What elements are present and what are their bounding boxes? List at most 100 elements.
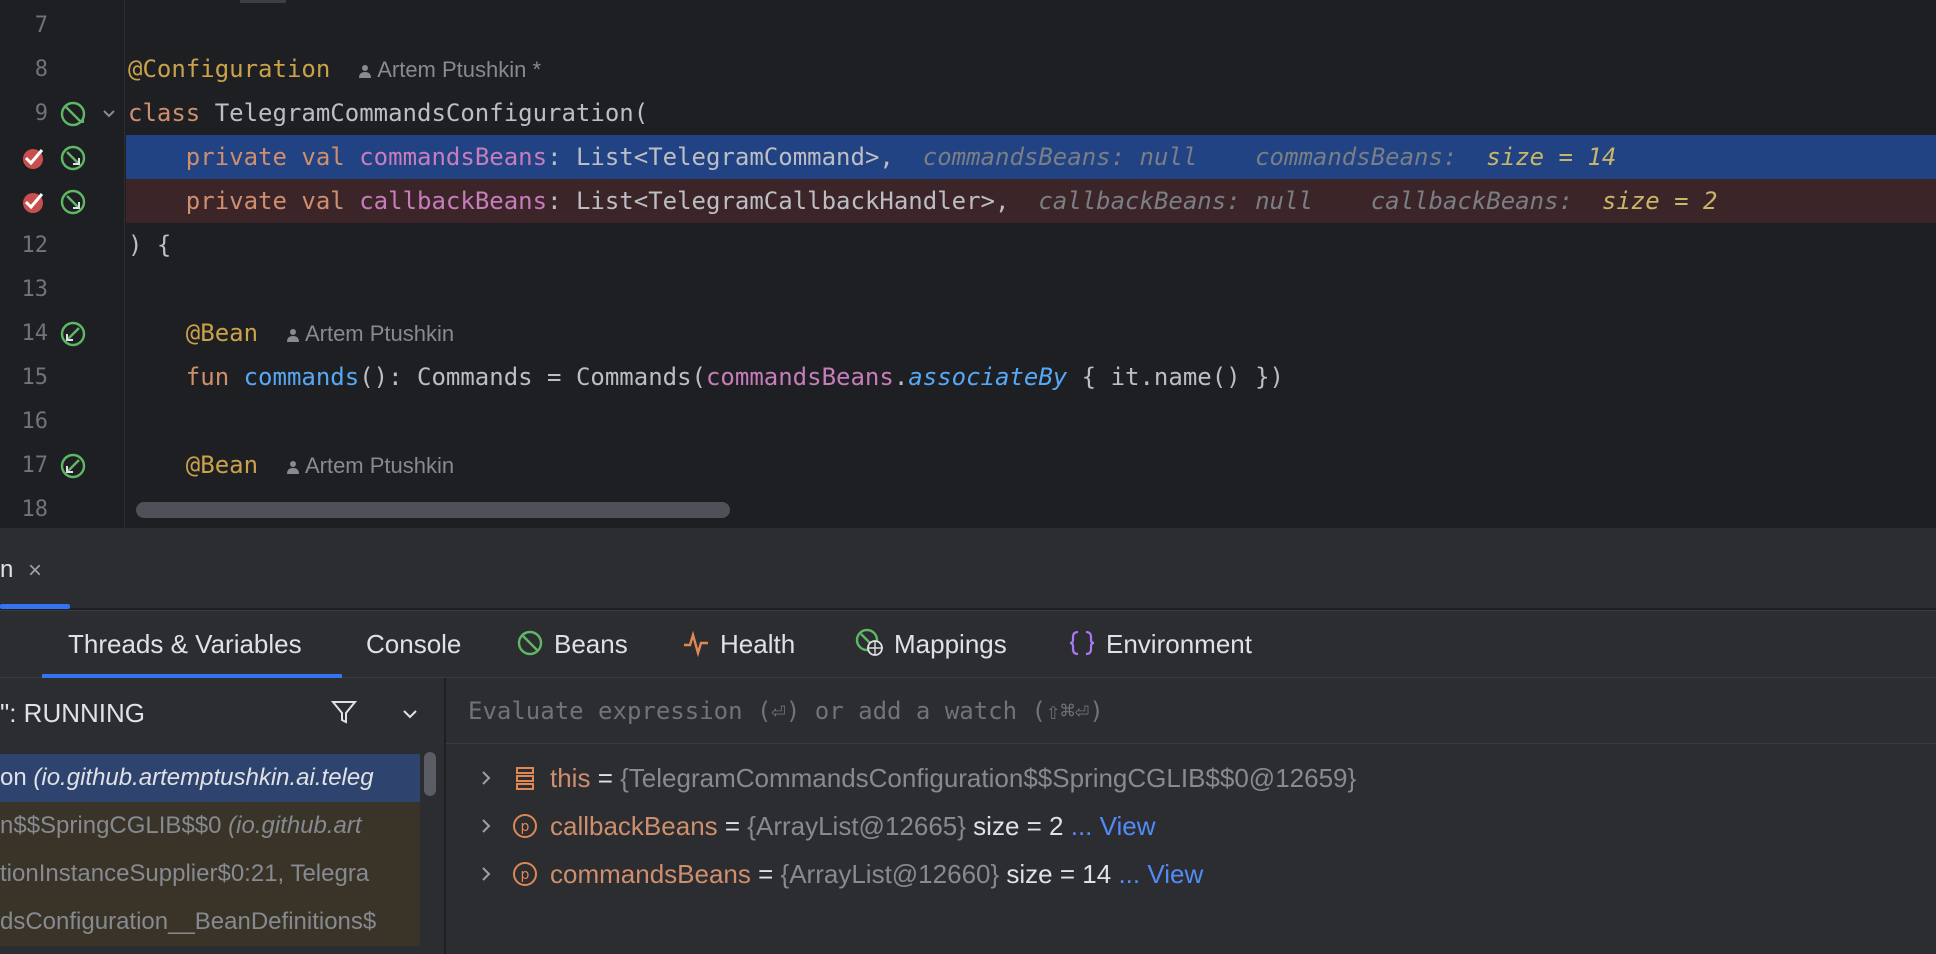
gutter-line-17[interactable]: 17: [0, 443, 124, 487]
gutter-line-15[interactable]: 15: [0, 355, 124, 399]
variable-text: commandsBeans = {ArrayList@12660} size =…: [550, 859, 1204, 889]
variable-text: this = {TelegramCommandsConfiguration$$S…: [550, 763, 1357, 793]
gutter-line-9[interactable]: 9: [0, 91, 124, 135]
view-link[interactable]: ... View: [1118, 859, 1203, 889]
field-icon: [516, 767, 534, 790]
frame-method: on: [0, 764, 34, 791]
environment-icon: [1069, 630, 1095, 656]
code-line-9[interactable]: class TelegramCommandsConfiguration(: [128, 91, 1936, 135]
line-number: 9: [34, 101, 48, 126]
code-line-17[interactable]: @Bean Artem Ptushkin: [128, 443, 1936, 487]
tab-threads-variables[interactable]: Threads & Variables: [68, 611, 302, 677]
variable-name: this: [550, 763, 591, 793]
view-link[interactable]: ... View: [1071, 811, 1156, 841]
code-line-8[interactable]: @Configuration Artem Ptushkin *: [128, 47, 1936, 91]
health-icon: [684, 630, 708, 658]
spring-bean-gutter-icon[interactable]: [60, 101, 86, 127]
code-line-10-current[interactable]: private val commandsBeans: List<Telegram…: [126, 135, 1936, 179]
tab-mappings[interactable]: Mappings: [854, 611, 1007, 677]
inline-debug-label: commandsBeans:: [1255, 143, 1458, 171]
code-line-12[interactable]: ) {: [128, 223, 1936, 267]
code-editor[interactable]: 7 8 @Configuration Artem Ptushkin * 9 cl…: [0, 0, 1936, 528]
tab-label: Beans: [554, 629, 628, 659]
gutter-line-10[interactable]: [0, 135, 124, 179]
class-name-token: TelegramCommandsConfiguration(: [214, 99, 649, 127]
evaluate-expression-input[interactable]: [466, 678, 1870, 744]
line-number: 18: [21, 497, 49, 522]
spring-bean-provider-icon[interactable]: [60, 321, 86, 347]
stack-frame[interactable]: dsConfiguration__BeanDefinitions$: [0, 898, 420, 946]
function-name-token: commands: [243, 363, 360, 391]
gutter-line-8[interactable]: 8: [0, 47, 124, 91]
tab-console[interactable]: Console: [366, 611, 461, 677]
gutter-divider: [124, 0, 125, 528]
stack-frame[interactable]: n$$SpringCGLIB$$0 (io.github.art: [0, 802, 420, 850]
author-name: Artem Ptushkin: [304, 321, 455, 346]
variable-row[interactable]: p commandsBeans = {ArrayList@12660} size…: [446, 850, 1936, 898]
tab-beans[interactable]: Beans: [516, 611, 628, 677]
stack-frame[interactable]: on (io.github.artemptushkin.ai.teleg: [0, 754, 420, 802]
bean-icon: [517, 630, 543, 656]
keyword-token: private: [185, 187, 287, 215]
inline-debug-value[interactable]: size = 2: [1602, 187, 1718, 215]
line-number: 8: [34, 57, 48, 82]
variable-size: size = 2: [973, 811, 1064, 841]
filter-icon[interactable]: [330, 698, 358, 726]
line-number: 16: [21, 409, 49, 434]
tab-environment[interactable]: Environment: [1068, 611, 1252, 677]
gutter-line-13[interactable]: 13: [0, 267, 124, 311]
close-icon[interactable]: ×: [28, 557, 42, 585]
code-line-11[interactable]: private val callbackBeans: List<Telegram…: [126, 179, 1936, 223]
code-line-14[interactable]: @Bean Artem Ptushkin: [128, 311, 1936, 355]
frames-scrollbar[interactable]: [424, 752, 436, 796]
gutter-line-14[interactable]: 14: [0, 311, 124, 355]
tab-health[interactable]: Health: [682, 611, 795, 677]
tool-window-header: [0, 528, 1936, 608]
expand-arrow-icon[interactable]: [476, 816, 496, 836]
breakpoint-icon[interactable]: [20, 145, 46, 171]
chevron-down-icon[interactable]: [400, 704, 420, 724]
active-tab-indicator: [0, 604, 70, 609]
spring-injection-gutter-icon[interactable]: [60, 189, 86, 215]
gutter-line-7[interactable]: 7: [0, 3, 124, 47]
keyword-token: private: [185, 143, 287, 171]
gutter-line-12[interactable]: 12: [0, 223, 124, 267]
breakpoint-icon[interactable]: [20, 189, 46, 215]
author-hint[interactable]: Artem Ptushkin: [286, 453, 455, 478]
author-name: Artem Ptushkin: [304, 453, 455, 478]
line-number: 7: [34, 13, 48, 38]
gutter-line-11[interactable]: [0, 179, 124, 223]
code-text: ) {: [128, 231, 172, 259]
variable-size: size = 14: [1006, 859, 1112, 889]
spring-injection-gutter-icon[interactable]: [60, 145, 86, 171]
inline-debug-hint: callbackBeans: null: [1038, 187, 1313, 215]
tab-label: Console: [366, 629, 462, 659]
variable-row[interactable]: this = {TelegramCommandsConfiguration$$S…: [446, 754, 1936, 802]
spring-bean-provider-icon[interactable]: [60, 453, 86, 479]
frame-package: (io.github.artemptushkin.ai.teleg: [33, 764, 374, 791]
run-configuration-tab[interactable]: n: [0, 556, 13, 584]
gutter-line-18[interactable]: 18: [0, 487, 124, 528]
type-token: : List<TelegramCommand>,: [547, 143, 894, 171]
code-text: (): Commands = Commands(: [359, 363, 706, 391]
variable-row[interactable]: p callbackBeans = {ArrayList@12665} size…: [446, 802, 1936, 850]
stack-frame[interactable]: tionInstanceSupplier$0:21, Telegra: [0, 850, 420, 898]
parameter-icon: p: [513, 862, 537, 886]
fold-chevron-icon[interactable]: [100, 104, 118, 122]
horizontal-scrollbar-thumb[interactable]: [136, 502, 730, 518]
inline-debug-value[interactable]: size = 14: [1486, 143, 1616, 171]
person-icon: [286, 329, 299, 342]
author-hint[interactable]: Artem Ptushkin *: [359, 57, 541, 82]
line-number: 13: [21, 277, 49, 302]
code-line-15[interactable]: fun commands(): Commands = Commands(comm…: [128, 355, 1936, 399]
gutter-line-16[interactable]: 16: [0, 399, 124, 443]
variable-text: callbackBeans = {ArrayList@12665} size =…: [550, 811, 1156, 841]
keyword-token: val: [301, 187, 345, 215]
expand-arrow-icon[interactable]: [476, 864, 496, 884]
expand-arrow-icon[interactable]: [476, 768, 496, 788]
author-hint[interactable]: Artem Ptushkin: [286, 321, 455, 346]
frame-package: (io.github.art: [228, 812, 362, 839]
inline-debug-label: callbackBeans:: [1370, 187, 1573, 215]
frame-method: dsConfiguration__BeanDefinitions$: [0, 908, 377, 935]
thread-selector[interactable]: ": RUNNING: [0, 698, 145, 729]
